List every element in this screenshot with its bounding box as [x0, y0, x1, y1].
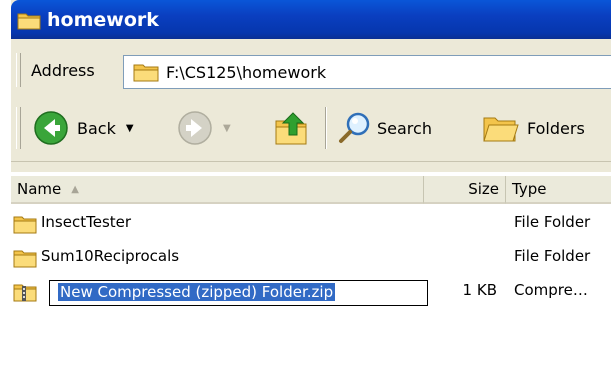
column-header-row: Name ▲ Size Type [11, 176, 611, 204]
window-title: homework [47, 8, 159, 31]
folders-label: Folders [527, 118, 585, 138]
back-label: Back [77, 118, 116, 138]
column-header-name[interactable]: Name ▲ [11, 176, 424, 204]
search-label: Search [377, 118, 432, 138]
column-type-label: Type [512, 180, 547, 198]
forward-arrow-icon [178, 111, 212, 145]
rename-input[interactable]: New Compressed (zipped) Folder.zip [49, 280, 428, 306]
address-bar-grip[interactable] [16, 53, 21, 87]
list-item[interactable]: Sum10Reciprocals File Folder [11, 246, 611, 270]
back-arrow-icon [34, 111, 68, 145]
item-name: Sum10Reciprocals [41, 247, 180, 265]
zip-folder-icon [13, 284, 37, 302]
column-name-label: Name [17, 180, 62, 198]
column-size-label: Size [468, 180, 499, 198]
forward-button[interactable]: ▼ [177, 105, 231, 151]
address-bar: Address F:\CS125\homework [11, 45, 611, 98]
rename-selected-text: New Compressed (zipped) Folder.zip [58, 283, 336, 301]
file-list[interactable]: Name ▲ Size Type InsectTester File Folde… [11, 172, 611, 387]
search-icon [339, 112, 370, 143]
search-button[interactable]: Search [337, 105, 432, 151]
explorer-window: homework Address F:\CS125\homework Back … [11, 0, 611, 387]
sort-ascending-icon: ▲ [71, 183, 79, 195]
folder-icon [13, 250, 37, 268]
up-folder-icon [275, 112, 307, 145]
item-type: File Folder [514, 247, 591, 265]
address-input[interactable]: F:\CS125\homework [123, 55, 611, 89]
column-header-type[interactable]: Type [506, 176, 611, 204]
folders-button[interactable]: Folders [481, 105, 585, 151]
forward-dropdown-icon[interactable]: ▼ [223, 123, 231, 134]
toolbar: Back ▼ ▼ Search Folders [11, 97, 611, 162]
folder-icon [17, 13, 41, 29]
back-dropdown-icon[interactable]: ▼ [126, 123, 134, 134]
folder-icon [13, 216, 37, 234]
item-type: File Folder [514, 213, 591, 231]
list-item[interactable]: InsectTester File Folder [11, 212, 611, 236]
toolbar-grip[interactable] [16, 107, 21, 149]
item-size: 1 KB [462, 281, 497, 299]
column-header-size[interactable]: Size [424, 176, 506, 204]
address-value: F:\CS125\homework [166, 62, 327, 82]
address-label: Address [31, 61, 95, 80]
item-type: Compre… [514, 281, 588, 299]
back-button[interactable]: Back ▼ [33, 105, 134, 151]
item-name: InsectTester [41, 213, 132, 231]
title-bar[interactable]: homework [11, 0, 611, 39]
up-folder-button[interactable] [273, 105, 311, 151]
toolbar-separator [325, 107, 327, 149]
folder-icon [133, 64, 159, 82]
folders-icon [483, 117, 519, 142]
